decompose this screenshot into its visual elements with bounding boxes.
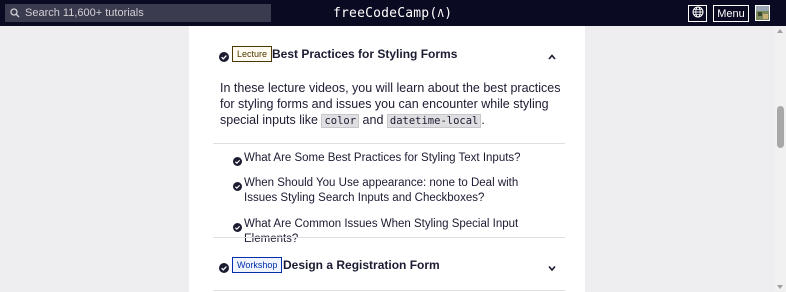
scroll-up-arrow-icon[interactable] bbox=[777, 29, 783, 33]
lesson-link[interactable]: What Are Some Best Practices for Styling… bbox=[244, 151, 544, 166]
lecture-badge: Lecture bbox=[232, 46, 273, 62]
avatar[interactable] bbox=[755, 5, 770, 21]
search-input[interactable]: Search 11,600+ tutorials bbox=[5, 4, 271, 22]
workshop-badge: Workshop bbox=[232, 257, 283, 273]
logo-text: freeCodeCamp( bbox=[333, 5, 438, 21]
divider bbox=[213, 290, 565, 291]
globe-icon bbox=[692, 5, 704, 23]
divider bbox=[213, 143, 565, 144]
fcc-logo[interactable]: freeCodeCamp(Ʌ) bbox=[333, 4, 452, 22]
check-circle-icon bbox=[233, 219, 242, 232]
logo-close: ) bbox=[444, 5, 453, 21]
flame-icon: Ʌ bbox=[437, 6, 445, 20]
check-circle-icon bbox=[219, 260, 229, 273]
description-text: . bbox=[481, 113, 485, 127]
check-circle-icon bbox=[219, 49, 229, 62]
top-navbar: Search 11,600+ tutorials freeCodeCamp(Ʌ)… bbox=[0, 0, 786, 26]
chevron-down-icon[interactable] bbox=[547, 260, 557, 272]
scroll-down-arrow-icon[interactable] bbox=[777, 285, 783, 289]
lesson-link[interactable]: When Should You Use appearance: none to … bbox=[244, 176, 544, 206]
section-title: Design a Registration Form bbox=[283, 258, 440, 272]
check-circle-icon bbox=[233, 153, 242, 166]
description-text: and bbox=[359, 113, 387, 127]
search-placeholder: Search 11,600+ tutorials bbox=[25, 7, 144, 19]
chevron-up-icon[interactable] bbox=[547, 49, 557, 60]
section-header-workshop[interactable]: Workshop Design a Registration Form bbox=[189, 250, 585, 280]
language-button[interactable] bbox=[688, 5, 707, 22]
menu-button[interactable]: Menu bbox=[713, 5, 749, 22]
section-title: Best Practices for Styling Forms bbox=[272, 47, 458, 61]
lesson-link[interactable]: What Are Common Issues When Styling Spec… bbox=[244, 217, 544, 247]
curriculum-panel: Lecture Best Practices for Styling Forms… bbox=[189, 26, 585, 292]
code-datetime-local: datetime-local bbox=[386, 114, 482, 128]
scroll-thumb[interactable] bbox=[777, 106, 784, 148]
search-icon bbox=[5, 8, 25, 18]
section-header-lecture[interactable]: Lecture Best Practices for Styling Forms bbox=[189, 39, 585, 69]
code-color: color bbox=[321, 114, 360, 128]
check-circle-icon bbox=[233, 178, 242, 191]
section-description: In these lecture videos, you will learn … bbox=[220, 80, 565, 129]
page-scrollbar[interactable] bbox=[775, 26, 786, 292]
divider bbox=[213, 237, 565, 238]
